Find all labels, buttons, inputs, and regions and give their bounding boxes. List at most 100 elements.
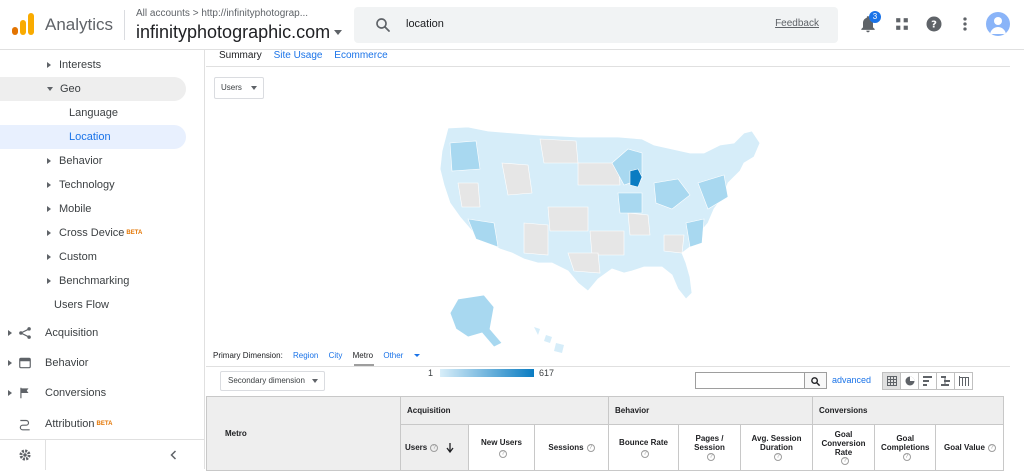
column-header-sessions[interactable]: Sessions? bbox=[534, 424, 609, 471]
help-icon[interactable]: ? bbox=[641, 449, 649, 458]
pie-chart-icon bbox=[905, 376, 915, 386]
sidebar-item-benchmarking[interactable]: Benchmarking bbox=[0, 269, 129, 293]
avatar[interactable] bbox=[986, 12, 1010, 36]
tab-ecommerce[interactable]: Ecommerce bbox=[334, 50, 387, 61]
table-view-toggle bbox=[882, 372, 973, 390]
search-bar[interactable]: location Feedback bbox=[354, 7, 838, 43]
column-header-users[interactable]: Users? bbox=[400, 424, 469, 471]
divider bbox=[206, 66, 1010, 67]
group-header-behavior: Behavior bbox=[608, 396, 813, 425]
dimension-region[interactable]: Region bbox=[293, 351, 318, 360]
user-icon bbox=[990, 17, 1006, 34]
help-icon[interactable]: ? bbox=[430, 443, 439, 452]
attribution-icon bbox=[19, 419, 30, 431]
sidebar-section-behavior[interactable]: Behavior bbox=[0, 351, 88, 375]
help-button[interactable]: ? bbox=[924, 14, 944, 34]
beta-badge: BETA bbox=[126, 230, 143, 236]
chevron-down-icon[interactable] bbox=[334, 30, 342, 35]
help-icon[interactable]: ? bbox=[841, 457, 849, 466]
dimension-city[interactable]: City bbox=[329, 351, 343, 360]
account-breadcrumb[interactable]: All accounts > http://infinityphotograp.… bbox=[136, 8, 308, 19]
acquisition-icon bbox=[19, 327, 31, 339]
report-table: Metro Acquisition Behavior Conversions U… bbox=[206, 396, 1005, 471]
pie-view-button[interactable] bbox=[900, 372, 919, 390]
table-view-button[interactable] bbox=[882, 372, 901, 390]
column-header-metro[interactable]: Metro bbox=[206, 396, 401, 471]
sidebar-item-language[interactable]: Language bbox=[0, 101, 118, 125]
caret-right-icon bbox=[8, 390, 12, 396]
sidebar-item-users-flow[interactable]: Users Flow bbox=[0, 293, 109, 317]
report-tabs: Summary Site Usage Ecommerce bbox=[219, 50, 397, 61]
help-icon[interactable]: ? bbox=[586, 443, 595, 452]
search-icon bbox=[376, 18, 390, 32]
collapse-sidebar-icon[interactable] bbox=[168, 449, 180, 461]
help-icon[interactable]: ? bbox=[707, 452, 715, 461]
grid-icon bbox=[896, 18, 908, 30]
notifications-button[interactable]: 3 bbox=[858, 11, 881, 34]
beta-badge: BETA bbox=[96, 421, 113, 427]
sidebar-item-custom[interactable]: Custom bbox=[0, 245, 97, 269]
us-choropleth-map[interactable] bbox=[428, 123, 788, 358]
divider bbox=[124, 10, 125, 40]
group-header-acquisition: Acquisition bbox=[400, 396, 609, 425]
advanced-filter-link[interactable]: advanced bbox=[832, 375, 871, 385]
performance-view-button[interactable] bbox=[918, 372, 937, 390]
sidebar-item-behavior[interactable]: Behavior bbox=[0, 149, 102, 173]
pivot-view-button[interactable] bbox=[954, 372, 973, 390]
dimension-metro[interactable]: Metro bbox=[353, 351, 373, 360]
caret-right-icon bbox=[47, 182, 51, 189]
sidebar-item-location[interactable]: Location bbox=[0, 125, 186, 149]
caret-right-icon bbox=[47, 278, 51, 285]
tab-site-usage[interactable]: Site Usage bbox=[274, 50, 323, 61]
column-header-goal-completions[interactable]: Goal Completions? bbox=[873, 424, 937, 471]
help-icon[interactable]: ? bbox=[902, 452, 911, 461]
sidebar-item-technology[interactable]: Technology bbox=[0, 173, 115, 197]
legend-max: 617 bbox=[539, 368, 555, 378]
top-bar: Analytics All accounts > http://infinity… bbox=[0, 0, 1024, 50]
sidebar-item-geo[interactable]: Geo bbox=[0, 77, 186, 101]
legend-min: 1 bbox=[428, 368, 434, 378]
sidebar-item-mobile[interactable]: Mobile bbox=[0, 197, 91, 221]
search-input[interactable]: location bbox=[406, 18, 444, 30]
column-header-bounce-rate[interactable]: Bounce Rate? bbox=[608, 424, 679, 471]
gear-icon[interactable] bbox=[18, 448, 32, 462]
sidebar-item-interests[interactable]: Interests bbox=[0, 53, 101, 77]
sidebar-section-attribution[interactable]: Attribution BETA bbox=[0, 412, 112, 436]
bar-chart-icon bbox=[923, 376, 932, 386]
analytics-logo-icon[interactable] bbox=[12, 13, 34, 35]
account-selector[interactable]: infinityphotographic.com bbox=[136, 22, 330, 43]
sort-descending-icon[interactable] bbox=[446, 442, 455, 453]
comparison-icon bbox=[941, 376, 950, 386]
notification-badge: 3 bbox=[869, 11, 881, 23]
metric-selector[interactable]: Users bbox=[214, 77, 264, 99]
column-header-avg-session-duration[interactable]: Avg. Session Duration? bbox=[740, 424, 813, 471]
apps-button[interactable] bbox=[892, 14, 912, 34]
brand-name: Analytics bbox=[45, 15, 114, 34]
table-search-button[interactable] bbox=[805, 372, 827, 389]
secondary-dimension-dropdown[interactable]: Secondary dimension bbox=[220, 371, 325, 391]
help-icon[interactable]: ? bbox=[499, 449, 507, 458]
sidebar-item-cross-device[interactable]: Cross Device BETA bbox=[0, 221, 142, 245]
column-header-goal-conversion-rate[interactable]: Goal Conversion Rate? bbox=[812, 424, 875, 471]
sidebar-section-acquisition[interactable]: Acquisition bbox=[0, 321, 98, 345]
dimension-other[interactable]: Other bbox=[383, 351, 427, 360]
chevron-down-icon bbox=[413, 354, 420, 358]
flag-icon bbox=[20, 387, 29, 399]
caret-right-icon bbox=[8, 330, 12, 336]
more-vert-icon bbox=[963, 17, 967, 31]
column-header-new-users[interactable]: New Users? bbox=[468, 424, 535, 471]
more-options-button[interactable] bbox=[955, 14, 975, 34]
help-icon[interactable]: ? bbox=[774, 452, 782, 461]
table-filter-input[interactable] bbox=[695, 372, 805, 389]
feedback-link[interactable]: Feedback bbox=[775, 18, 819, 29]
primary-dimension-label: Primary Dimension: bbox=[213, 351, 283, 360]
caret-right-icon bbox=[47, 62, 51, 69]
help-icon[interactable]: ? bbox=[987, 443, 996, 452]
column-header-goal-value[interactable]: Goal Value? bbox=[935, 424, 1005, 471]
legend-gradient bbox=[440, 369, 534, 377]
sidebar-section-conversions[interactable]: Conversions bbox=[0, 381, 106, 405]
comparison-view-button[interactable] bbox=[936, 372, 955, 390]
divider bbox=[45, 440, 46, 470]
column-header-pages-per-session[interactable]: Pages / Session? bbox=[678, 424, 741, 471]
tab-summary[interactable]: Summary bbox=[219, 50, 262, 61]
